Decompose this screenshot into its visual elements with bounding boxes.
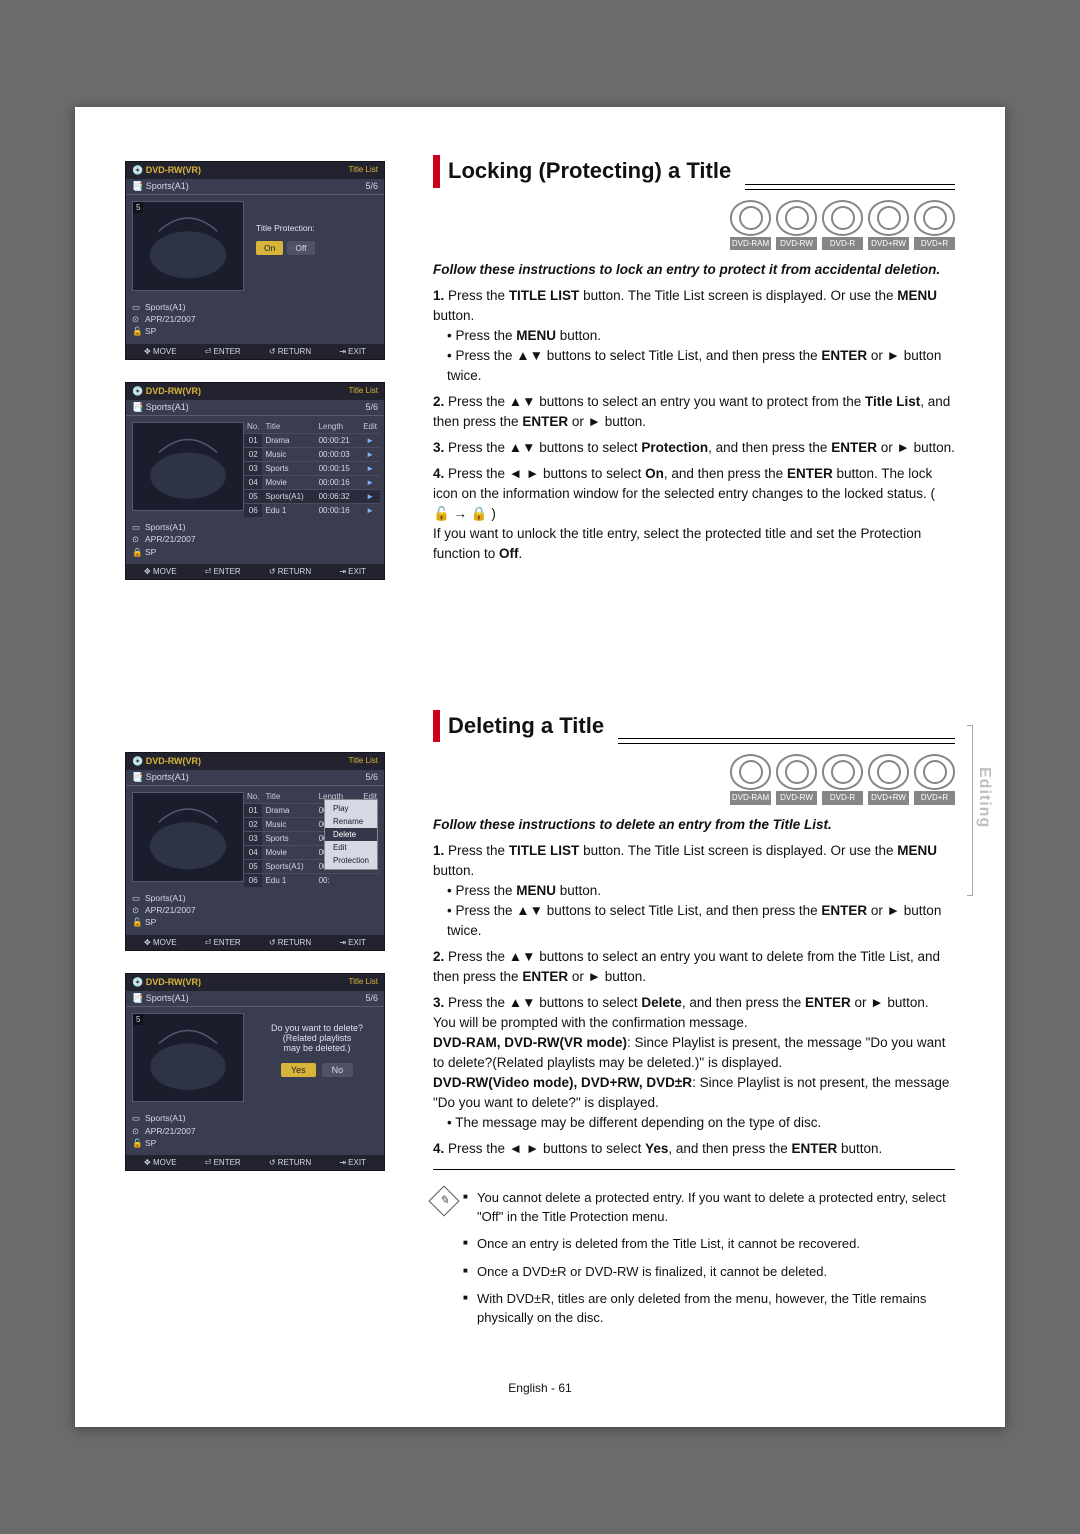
confirm-no: No (322, 1063, 354, 1077)
deleting-steps: 1. Press the TITLE LIST button. The Titl… (433, 841, 955, 1159)
note-item: You cannot delete a protected entry. If … (463, 1188, 955, 1226)
disc-icon (776, 754, 817, 790)
osd-list-screenshot: 💿 DVD-RW(VR)Title List 📑 Sports(A1)5/6 ▭… (125, 382, 385, 581)
osd-protection-label: Title Protection: (256, 223, 378, 233)
disc-compat-row: DVD-RAM DVD-RW DVD-R DVD+RW DVD+R (433, 754, 955, 805)
manual-page: 💿 DVD-RW(VR)Title List 📑 Sports(A1)5/6 5… (75, 107, 1005, 1427)
note-item: Once an entry is deleted from the Title … (463, 1234, 955, 1253)
disc-compat-row: DVD-RAM DVD-RW DVD-R DVD+RW DVD+R (433, 200, 955, 251)
disc-icon (730, 200, 771, 236)
disc-icon (868, 754, 909, 790)
osd-protection-screenshot: 💿 DVD-RW(VR)Title List 📑 Sports(A1)5/6 5… (125, 161, 385, 360)
confirm-yes: Yes (281, 1063, 316, 1077)
confirm-buttons: Yes No (258, 1063, 376, 1077)
disc-icon (822, 754, 863, 790)
context-popup: Play Rename Delete Edit Protection (324, 799, 378, 870)
disc-icon (822, 200, 863, 236)
osd-confirm-screenshot: 💿 DVD-RW(VR)Title List 📑 Sports(A1)5/6 5… (125, 973, 385, 1172)
locking-heading: Locking (Protecting) a Title (433, 155, 731, 188)
screenshot-column: 💿 DVD-RW(VR)Title List 📑 Sports(A1)5/6 5… (125, 155, 395, 1335)
note-icon: ✎ (428, 1185, 459, 1216)
title-list-table: No.TitleLengthEdit 01Drama00:00:21► 02Mu… (244, 420, 380, 517)
note-item: Once a DVD±R or DVD-RW is finalized, it … (463, 1262, 955, 1281)
protection-on: On (256, 241, 283, 255)
disc-icon (776, 200, 817, 236)
protection-toggle: On Off (256, 241, 378, 255)
note-item: With DVD±R, titles are only deleted from… (463, 1289, 955, 1327)
content-column: Locking (Protecting) a Title DVD-RAM DVD… (433, 155, 955, 1335)
disc-icon (914, 754, 955, 790)
deleting-heading: Deleting a Title (433, 710, 604, 743)
disc-icon (730, 754, 771, 790)
side-tab-line (972, 725, 973, 895)
locking-intro: Follow these instructions to lock an ent… (433, 260, 955, 280)
osd-popup-screenshot: 💿 DVD-RW(VR)Title List 📑 Sports(A1)5/6 ▭… (125, 752, 385, 951)
disc-icon (914, 200, 955, 236)
disc-icon (868, 200, 909, 236)
side-tab: Editing (975, 767, 993, 828)
osd-screen: Title List (349, 165, 379, 176)
page-footer: English - 61 (75, 1381, 1005, 1395)
protection-off: Off (287, 241, 314, 255)
note-box: ✎ You cannot delete a protected entry. I… (433, 1188, 955, 1335)
deleting-intro: Follow these instructions to delete an e… (433, 815, 955, 835)
osd-disc: DVD-RW(VR) (146, 165, 201, 175)
locking-steps: 1. Press the TITLE LIST button. The Titl… (433, 286, 955, 564)
osd-preview: 5 (132, 201, 244, 291)
